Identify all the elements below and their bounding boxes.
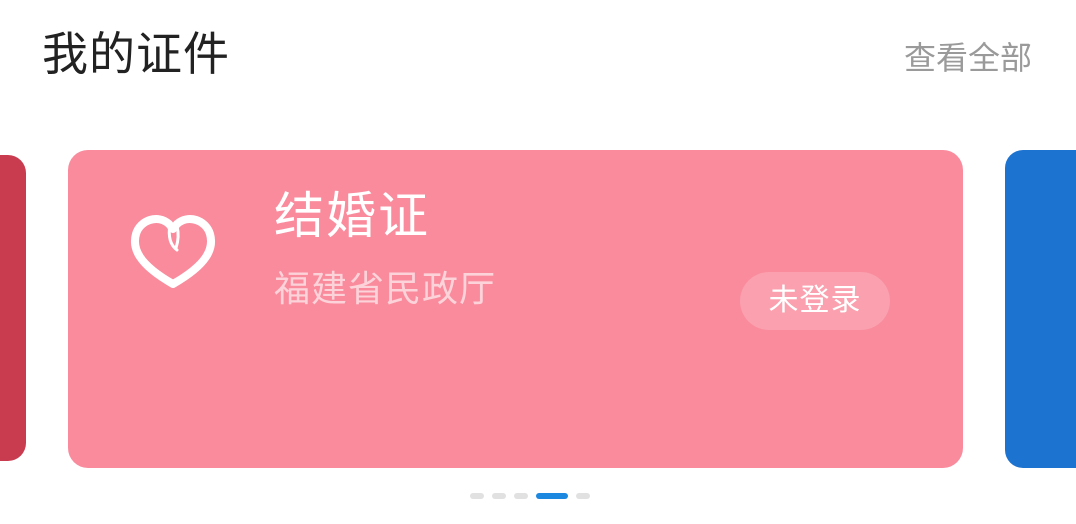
certificates-section: 我的证件 查看全部 结婚证 福建省民政厅 未登录: [0, 0, 1076, 524]
carousel-dot[interactable]: [470, 493, 484, 499]
login-status-badge[interactable]: 未登录: [740, 272, 890, 330]
view-all-link[interactable]: 查看全部: [904, 38, 1032, 78]
carousel-dot[interactable]: [492, 493, 506, 499]
certificate-title: 结婚证: [274, 187, 430, 245]
section-title: 我的证件: [42, 27, 230, 81]
carousel-dot-active[interactable]: [536, 493, 568, 499]
carousel-dot[interactable]: [514, 493, 528, 499]
heart-icon: [131, 215, 215, 288]
certificate-issuer: 福建省民政厅: [274, 269, 497, 310]
next-certificate-card[interactable]: [1005, 150, 1076, 468]
carousel-indicators: [470, 492, 590, 500]
previous-certificate-card[interactable]: [0, 155, 26, 461]
marriage-certificate-card[interactable]: 结婚证 福建省民政厅 未登录: [68, 150, 963, 468]
carousel-dot[interactable]: [576, 493, 590, 499]
